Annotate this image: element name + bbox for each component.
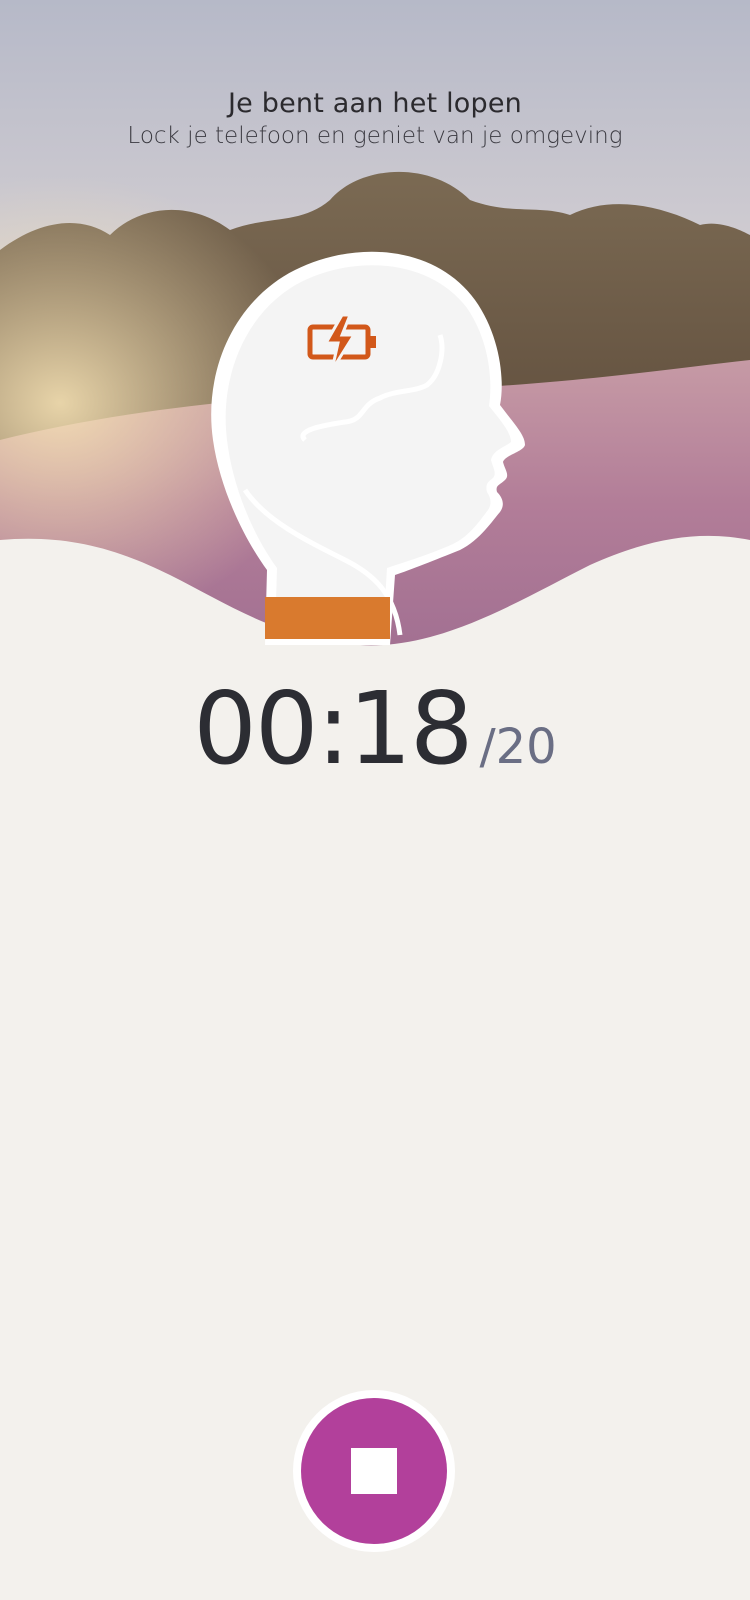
timer: 00:18/20 [0,670,750,787]
progress-band [265,597,390,639]
header: Je bent aan het lopen Lock je telefoon e… [0,88,750,149]
page-subtitle: Lock je telefoon en geniet van je omgevi… [127,123,623,149]
stop-button[interactable] [293,1390,455,1552]
stop-button-circle[interactable] [301,1398,447,1544]
timer-elapsed: 00:18 [193,670,473,787]
timer-total: /20 [479,719,557,775]
page-title: Je bent aan het lopen [228,88,522,119]
stop-icon [351,1448,397,1494]
head-icon [205,240,545,660]
